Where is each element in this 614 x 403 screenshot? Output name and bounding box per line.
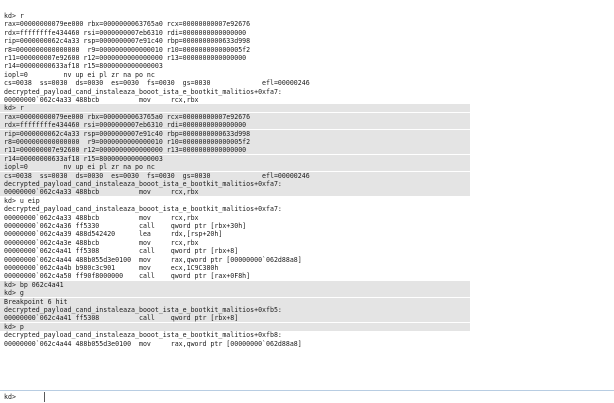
output-line: 00000000`062c4a44 488b055d3e0100 mov rax… (4, 339, 302, 348)
output-line: 00000000`062c4a41 ff5308 call qword ptr … (4, 247, 239, 256)
highlight-band (0, 322, 470, 331)
output-line: rdx=ffffffffe434460 rsi=0000000007eb6310… (4, 121, 247, 130)
output-line: decrypted_payload_cand_instaleaza_booot_… (4, 306, 282, 314)
output-line: iopl=0 nv up ei pl zr na po nc (4, 70, 155, 79)
output-line: r8=0000000000000000 r9=0000000000000010 … (4, 45, 251, 54)
command-line: kd> g (4, 289, 24, 298)
output-line: r11=000000007e92600 r12=0000000000000000… (4, 54, 247, 62)
command-line: kd> p (4, 322, 24, 331)
output-line: rip=0000000062c4a33 rsp=0000000007e91c40… (4, 37, 251, 46)
output-line: 00000000`062c4a33 488bcb mov rcx,rbx (4, 96, 199, 104)
debugger-output-pane: kd> r rax=00000000079ee000 rbx=0000000063… (0, 0, 614, 364)
command-bar: kd> (0, 390, 614, 403)
command-line: kd> r (4, 104, 24, 113)
command-input[interactable] (44, 392, 613, 402)
output-line: 00000000`062c4a4b b980c3c901 mov ecx,1C9… (4, 264, 219, 272)
output-line: cs=0038 ss=0030 ds=0030 es=0030 fs=0030 … (4, 79, 310, 88)
output-line: decrypted_payload_cand_instaleaza_booot_… (4, 87, 282, 96)
output-line: r8=0000000000000000 r9=0000000000000010 … (4, 138, 251, 146)
highlight-band (0, 280, 470, 289)
output-line: 00000000`062c4a36 ff5330 call qword ptr … (4, 222, 247, 230)
output-line: decrypted_payload_cand_instaleaza_booot_… (4, 205, 282, 214)
command-prompt: kd> (4, 393, 16, 401)
output-line: decrypted_payload_cand_instaleaza_booot_… (4, 331, 282, 340)
highlight-band (0, 104, 470, 113)
output-line: r14=00000000633af18 r15=8000000000000003 (4, 62, 163, 71)
highlight-band (0, 297, 470, 306)
output-line: Breakpoint 6 hit (4, 297, 68, 306)
output-line: decrypted_payload_cand_instaleaza_booot_… (4, 180, 282, 188)
output-line: iopl=0 nv up ei pl zr na po nc (4, 163, 155, 172)
output-line: cs=0038 ss=0030 ds=0030 es=0030 fs=0030 … (4, 171, 310, 180)
output-line: rip=0000000062c4a33 rsp=0000000007e91c40… (4, 129, 251, 138)
output-line: r11=000000007e92600 r12=0000000000000000… (4, 146, 247, 155)
output-line: rax=00000000079ee000 rbx=0000000063765a0… (4, 112, 251, 121)
command-line: kd> bp 062c4a41 (4, 280, 64, 289)
output-line: rax=00000000079ee000 rbx=0000000063765a0… (4, 20, 251, 29)
output-line: 00000000`062c4a41 ff5308 call qword ptr … (4, 314, 239, 323)
output-line: r14=00000000633af18 r15=8000000000000003 (4, 154, 163, 163)
command-line: kd> u eip (4, 196, 40, 205)
output-line: 00000000`062c4a44 488b055d3e0100 mov rax… (4, 255, 302, 264)
output-line: rdx=ffffffffe434460 rsi=0000000007eb6310… (4, 28, 247, 37)
highlight-band (0, 289, 470, 298)
command-line: kd> r (4, 12, 24, 20)
output-line: 00000000`062c4a39 488d542420 lea rdx,[rs… (4, 230, 223, 239)
output-line: 00000000`062c4a3e 488bcb mov rcx,rbx (4, 238, 199, 247)
output-line: 00000000`062c4a50 ff90f8000000 call qwor… (4, 272, 251, 281)
output-line: 00000000`062c4a33 488bcb mov rcx,rbx (4, 213, 199, 222)
output-line: 00000000`062c4a33 488bcb mov rcx,rbx (4, 188, 199, 197)
